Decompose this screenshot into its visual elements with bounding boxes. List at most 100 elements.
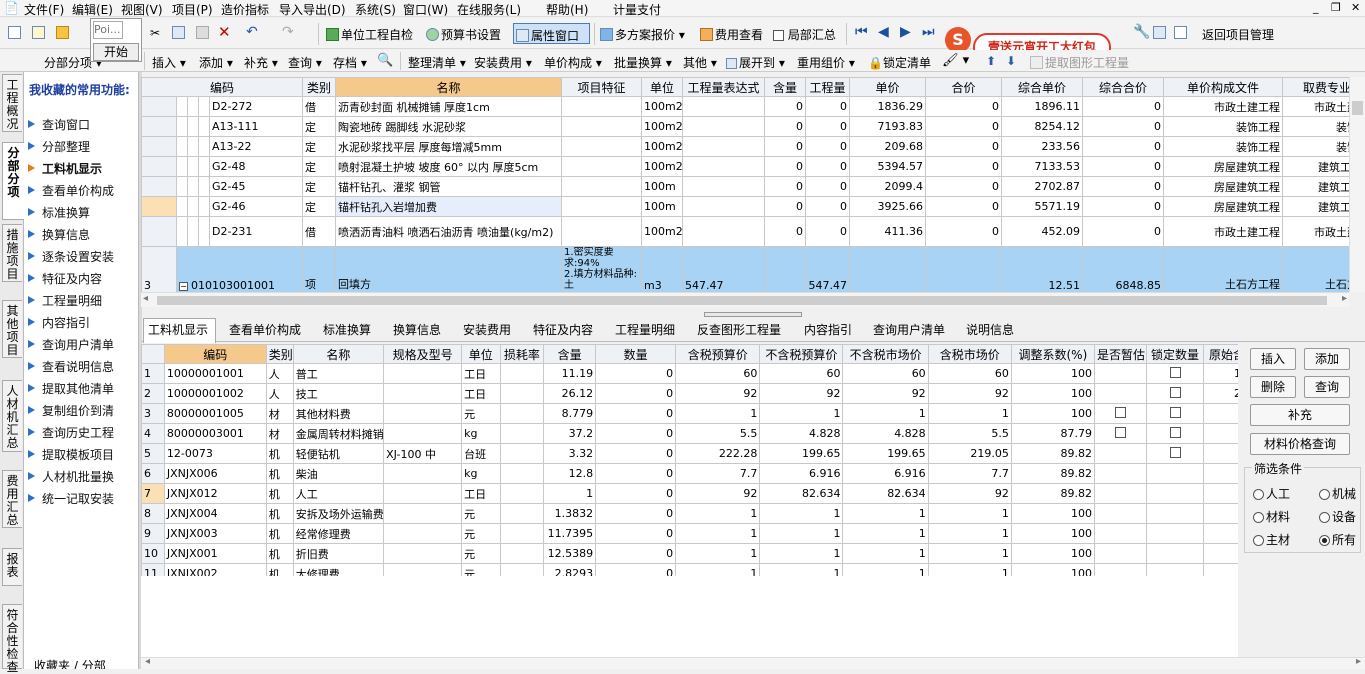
cell-qty[interactable]: 0 bbox=[805, 96, 851, 117]
table-row[interactable]: A13-111 定陶瓷地砖 踢脚线 水泥砂浆 100m2 0 0 7193.83 0 8254… bbox=[141, 116, 1349, 137]
delete-button[interactable]: 删除 bbox=[1250, 376, 1296, 398]
cell-name[interactable]: 人工 bbox=[292, 483, 385, 504]
table-row[interactable]: 11 JXNJX002 机大修理费元 2.8293 0 1 1 1 1 100 bbox=[141, 563, 1238, 576]
cell-feature[interactable] bbox=[561, 196, 643, 217]
cell-content[interactable]: 0 bbox=[764, 176, 807, 197]
cell-type[interactable]: 机 bbox=[265, 463, 294, 484]
cell-content[interactable]: 8.779 bbox=[543, 403, 597, 424]
cell-qty[interactable]: 0 bbox=[595, 463, 677, 484]
color-fill-icon[interactable]: 🖌 ▾ bbox=[942, 53, 969, 68]
table-row[interactable]: 110000001001人普工工日11.1906060606010011 bbox=[141, 363, 1238, 384]
cell-unit[interactable]: 工日 bbox=[461, 483, 501, 504]
menu-cost-index[interactable]: 造价指标 bbox=[221, 1, 269, 18]
cell-expr[interactable]: 547.47 bbox=[682, 246, 766, 292]
cell-lock[interactable] bbox=[1145, 443, 1205, 464]
cell-qty[interactable]: 0 bbox=[595, 443, 677, 464]
cell-total[interactable]: 0 bbox=[925, 156, 1003, 177]
cell-comp_price[interactable]: 5571.19 bbox=[1001, 196, 1084, 217]
cell-est[interactable] bbox=[1093, 423, 1147, 444]
cell-content[interactable]: 26.12 bbox=[543, 383, 597, 404]
cell-code[interactable]: 10000001001 bbox=[163, 363, 267, 384]
cell-p1[interactable]: 1 bbox=[675, 543, 761, 564]
start-button[interactable]: 开始 bbox=[93, 43, 139, 61]
cell-unit[interactable]: 100m2 bbox=[641, 156, 684, 177]
cell-type[interactable]: 材 bbox=[265, 403, 294, 424]
cell-name[interactable]: 喷洒沥青油料 喷洒石油沥青 喷油量(kg/m2) bbox=[335, 216, 563, 247]
cell-est[interactable] bbox=[1093, 403, 1147, 424]
lower-tab[interactable]: 换算信息 bbox=[393, 321, 441, 338]
cell-file[interactable]: 装饰工程 bbox=[1163, 136, 1284, 157]
cell-spec[interactable] bbox=[383, 563, 463, 576]
cell-price[interactable] bbox=[849, 246, 927, 292]
cell-price[interactable]: 1836.29 bbox=[849, 96, 927, 117]
checkbox[interactable] bbox=[1169, 386, 1181, 398]
cell-name[interactable]: 喷射混凝土护坡 坡度 60° 以内 厚度5cm bbox=[335, 156, 563, 177]
cell-name[interactable]: 安拆及场外运输费 bbox=[292, 503, 385, 524]
cell-unit[interactable]: 100m bbox=[641, 196, 684, 217]
cell-p2[interactable]: 92 bbox=[759, 383, 844, 404]
cell-code[interactable]: G2-48 bbox=[208, 156, 304, 177]
cell-code[interactable]: JXNJX004 bbox=[163, 503, 267, 524]
cell-name[interactable]: 其他材料费 bbox=[292, 403, 385, 424]
table-row[interactable]: 6 JXNJX006 机柴油 kg 12.8 0 7.7 6.916 6.916 7.7 89.82 bbox=[141, 463, 1238, 484]
list-icon[interactable] bbox=[1174, 26, 1189, 40]
cell-p4[interactable]: 1 bbox=[927, 523, 1012, 544]
query-button[interactable]: 查询 bbox=[1304, 376, 1350, 398]
favorite-item[interactable]: 分部整理 bbox=[27, 138, 90, 155]
cell-feature[interactable] bbox=[561, 176, 643, 197]
cell-p2[interactable]: 199.65 bbox=[759, 443, 844, 464]
cell-spec[interactable] bbox=[383, 483, 463, 504]
checkbox[interactable] bbox=[1114, 426, 1126, 438]
cell-qty[interactable]: 0 bbox=[595, 503, 677, 524]
cell-adj[interactable]: 89.82 bbox=[1010, 463, 1095, 484]
cell-code[interactable]: A13-111 bbox=[208, 116, 304, 137]
cell-name[interactable]: 金属周转材料摊销 bbox=[292, 423, 385, 444]
cell-adj[interactable]: 89.82 bbox=[1010, 483, 1095, 504]
table-row[interactable]: 4 80000003001 材金属周转材料摊销 kg 37.2 0 5.5 4.828 4.82… bbox=[141, 423, 1238, 444]
cell-est[interactable] bbox=[1093, 563, 1147, 576]
cell-orig[interactable]: 26 bbox=[1203, 383, 1238, 404]
cell-orig[interactable]: 3 bbox=[1203, 443, 1238, 464]
cell-qty[interactable]: 0 bbox=[805, 116, 851, 137]
cell-file[interactable]: 房屋建筑工程 bbox=[1163, 156, 1284, 177]
cell-p3[interactable]: 6.916 bbox=[842, 463, 929, 484]
cell-qty[interactable]: 0 bbox=[805, 156, 851, 177]
table-row[interactable]: A13-22 定水泥砂浆找平层 厚度每增减5mm 100m2 0 0 209.68 0 233… bbox=[141, 136, 1349, 157]
cell-price[interactable]: 209.68 bbox=[849, 136, 927, 157]
add-button[interactable]: 添加 bbox=[1304, 348, 1350, 370]
cell-p2[interactable]: 82.634 bbox=[759, 483, 844, 504]
filter-option[interactable]: 机械 bbox=[1319, 485, 1356, 502]
cell-content[interactable]: 0 bbox=[764, 136, 807, 157]
cell-code[interactable]: JXNJX002 bbox=[163, 563, 267, 576]
cell-comp_total[interactable]: 0 bbox=[1082, 156, 1165, 177]
cell-p3[interactable]: 1 bbox=[842, 563, 929, 576]
cell-type[interactable]: 人 bbox=[265, 363, 294, 384]
cell-orig[interactable] bbox=[1203, 483, 1238, 504]
cell-unit[interactable]: 元 bbox=[461, 523, 501, 544]
cell-p1[interactable]: 60 bbox=[675, 363, 761, 384]
cell-p3[interactable]: 1 bbox=[842, 403, 929, 424]
cell-feature[interactable]: 1.密实度要求:94% 2.填方材料品种:土 bbox=[561, 246, 643, 292]
cell-loss[interactable] bbox=[499, 563, 545, 576]
cell-content[interactable]: 0 bbox=[764, 96, 807, 117]
cell-content[interactable] bbox=[764, 246, 807, 292]
cell-p4[interactable]: 60 bbox=[927, 363, 1012, 384]
cell-est[interactable] bbox=[1093, 363, 1147, 384]
cell-name[interactable]: 水泥砂浆找平层 厚度每增减5mm bbox=[335, 136, 563, 157]
insert-button[interactable]: 插入 bbox=[1250, 348, 1296, 370]
cell-name[interactable]: 回填方 bbox=[335, 246, 563, 292]
cell-expr[interactable] bbox=[682, 216, 766, 247]
cell-price[interactable]: 7193.83 bbox=[849, 116, 927, 137]
cell-code[interactable]: −010103001001 bbox=[175, 246, 304, 292]
open-icon[interactable] bbox=[56, 26, 71, 40]
cell-qty[interactable]: 0 bbox=[595, 403, 677, 424]
radio-icon[interactable] bbox=[1319, 512, 1330, 523]
cell-comp_price[interactable]: 7133.53 bbox=[1001, 156, 1084, 177]
cell-unit[interactable]: 元 bbox=[461, 503, 501, 524]
cell-comp_price[interactable]: 2702.87 bbox=[1001, 176, 1084, 197]
menu-help[interactable]: 帮助(H) bbox=[546, 1, 588, 18]
cell-price[interactable]: 3925.66 bbox=[849, 196, 927, 217]
grid2-hscroll[interactable]: ◂ ▸ bbox=[141, 656, 1365, 669]
cell-expr[interactable] bbox=[682, 156, 766, 177]
cell-type[interactable]: 定 bbox=[302, 136, 337, 157]
